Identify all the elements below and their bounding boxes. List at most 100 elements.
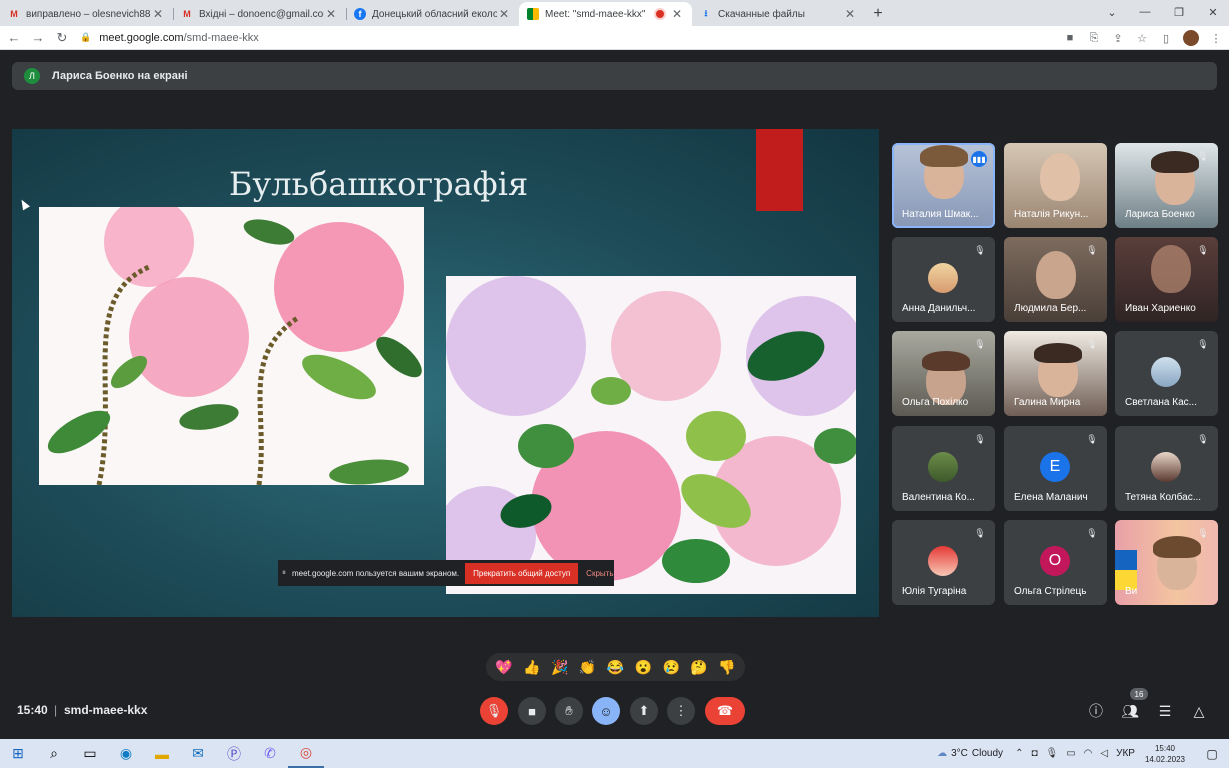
notifications-icon[interactable]: ▢ xyxy=(1201,747,1223,761)
reaction-heart[interactable]: 💖 xyxy=(493,659,515,676)
reaction-sad[interactable]: 😢 xyxy=(660,659,682,676)
present-screen-button[interactable]: ⬆ xyxy=(630,697,658,725)
search-icon[interactable]: ⌕ xyxy=(36,739,72,768)
tab-search-icon[interactable]: ⌄ xyxy=(1094,0,1130,24)
participant-tile[interactable]: 🎙︎ Галина Мирна xyxy=(1004,331,1107,416)
volume-icon[interactable]: ◁ xyxy=(1100,748,1108,759)
weather-widget[interactable]: ☁ 3°C Cloudy xyxy=(937,748,1003,759)
avatar xyxy=(928,546,958,576)
battery-icon[interactable]: ▭ xyxy=(1066,748,1075,759)
shared-screen[interactable]: Бульбашкографія ⏸ meet.google.com пользу… xyxy=(12,129,879,617)
tab-downloads[interactable]: ⭳ Скачанные файлы ✕ xyxy=(692,2,865,26)
share-icon[interactable]: ⇪ xyxy=(1111,32,1125,45)
screen-share-notice: ⏸ meet.google.com пользуется вашим экран… xyxy=(278,560,614,586)
tab-title: Meet: "smd-maee-kkx" xyxy=(545,8,646,20)
tab-gmail-2[interactable]: M Вхідні – donoenc@gmail.com – G ✕ xyxy=(173,2,346,26)
leave-call-button[interactable]: ☎︎ xyxy=(705,697,745,725)
minimize-icon[interactable]: — xyxy=(1127,0,1163,24)
close-icon[interactable]: ✕ xyxy=(497,7,511,21)
close-icon[interactable]: ✕ xyxy=(324,7,338,21)
back-icon[interactable]: ← xyxy=(2,26,26,50)
download-icon: ⭳ xyxy=(704,8,708,18)
participant-tile[interactable]: 🎙︎ Светлана Кас... xyxy=(1115,331,1218,416)
participant-tile[interactable]: 🎙︎ Валентина Ко... xyxy=(892,426,995,511)
slide-decoration xyxy=(756,129,803,211)
mic-off-icon: 🎙︎ xyxy=(974,244,986,255)
people-button[interactable]: 👥︎ xyxy=(1119,700,1141,722)
tab-meet[interactable]: Meet: "smd-maee-kkx" ✕ xyxy=(519,2,692,26)
window-close-icon[interactable]: ✕ xyxy=(1195,0,1229,24)
close-icon[interactable]: ✕ xyxy=(151,7,165,21)
slide-title: Бульбашкографія xyxy=(228,165,529,203)
camera-toggle-button[interactable]: ■ xyxy=(518,697,546,725)
bookmark-star-icon[interactable]: ☆ xyxy=(1135,32,1149,45)
raise-hand-button[interactable]: ✋︎ xyxy=(555,697,583,725)
chat-button[interactable]: ☰ xyxy=(1154,700,1176,722)
meeting-details-button[interactable]: ⓘ xyxy=(1085,700,1107,722)
wifi-icon[interactable]: ◠ xyxy=(1084,748,1093,759)
restore-icon[interactable]: ❐ xyxy=(1161,0,1197,24)
profile-avatar[interactable] xyxy=(1183,30,1199,46)
reactions-button[interactable]: ☺ xyxy=(592,697,620,725)
camera-indicator-icon[interactable]: ■ xyxy=(1063,32,1077,44)
reload-icon[interactable]: ↻ xyxy=(50,26,74,50)
drag-handle-icon[interactable]: ⏸ xyxy=(282,568,286,578)
participant-tile[interactable]: 🎙︎ Анна Данильч... xyxy=(892,237,995,322)
participant-tile[interactable]: Наталія Рикун... xyxy=(1004,143,1107,228)
toolbar-actions: ■ ⎘ ⇪ ☆ ▯ ⋮ xyxy=(1063,26,1223,50)
participant-tile[interactable]: О 🎙︎ Ольга Стрілець xyxy=(1004,520,1107,605)
translate-icon[interactable]: ⎘ xyxy=(1087,32,1101,45)
reaction-thumbs-up[interactable]: 👍 xyxy=(521,659,543,676)
tab-facebook[interactable]: f Донецький обласний еколого- ✕ xyxy=(346,2,519,26)
reaction-clap[interactable]: 👏 xyxy=(577,659,599,676)
more-options-button[interactable]: ⋮ xyxy=(667,697,695,725)
start-button[interactable]: ⊞ xyxy=(0,739,36,768)
hide-notice-button[interactable]: Скрыть xyxy=(586,569,613,578)
language-indicator[interactable]: УКР xyxy=(1116,748,1135,759)
address-bar[interactable]: 🔒 meet.google.com /smd-maee-kkx xyxy=(80,28,259,48)
participant-tile[interactable]: ▮▮▮ Наталия Шмак... xyxy=(892,143,995,228)
mail-icon[interactable]: ✉ xyxy=(180,739,216,768)
participant-tile[interactable]: 🎙︎ Людмила Бер... xyxy=(1004,237,1107,322)
clock[interactable]: 15:40 14.02.2023 xyxy=(1145,743,1185,765)
participant-tile[interactable]: 🎙︎ Тетяна Колбас... xyxy=(1115,426,1218,511)
reaction-thumbs-down[interactable]: 👎 xyxy=(716,659,738,676)
new-tab-button[interactable]: + xyxy=(865,2,891,26)
reaction-laugh[interactable]: 😂 xyxy=(604,659,626,676)
browser-toolbar: ← → ↻ 🔒 meet.google.com /smd-maee-kkx ■ … xyxy=(0,26,1229,50)
side-panel-icon[interactable]: ▯ xyxy=(1159,32,1173,45)
participant-tile[interactable]: 🎙︎ Лариса Боенко xyxy=(1115,143,1218,228)
microphone-icon[interactable]: 🎙︎ xyxy=(1046,748,1059,759)
mic-off-icon: 🎙︎ xyxy=(1086,244,1098,255)
task-view-icon[interactable]: ▭ xyxy=(72,739,108,768)
forward-icon[interactable]: → xyxy=(26,26,50,50)
mic-toggle-button[interactable]: 🎙︎ xyxy=(480,697,508,725)
participant-tile-self[interactable]: 🎙︎ Ви xyxy=(1115,520,1218,605)
phone-hangup-icon: ☎︎ xyxy=(716,703,734,718)
facebook-icon: f xyxy=(354,8,366,20)
stop-sharing-button[interactable]: Прекратить общий доступ xyxy=(465,562,579,584)
participant-tile[interactable]: Е 🎙︎ Елена Маланич xyxy=(1004,426,1107,511)
reaction-party[interactable]: 🎉 xyxy=(549,659,571,676)
reaction-thinking[interactable]: 🤔 xyxy=(688,659,710,676)
participant-tile[interactable]: 🎙︎ Иван Хариенко xyxy=(1115,237,1218,322)
chrome-icon[interactable]: ◎ xyxy=(288,739,324,768)
participant-name: Светлана Кас... xyxy=(1125,397,1197,408)
close-icon[interactable]: ✕ xyxy=(670,7,684,21)
webcam-icon[interactable]: ◘ xyxy=(1031,748,1037,759)
viber-icon[interactable]: ✆ xyxy=(252,739,288,768)
menu-dots-icon[interactable]: ⋮ xyxy=(1209,32,1223,45)
participant-tile[interactable]: 🎙︎ Ольга Похілко xyxy=(892,331,995,416)
reaction-surprised[interactable]: 😮 xyxy=(632,659,654,676)
activities-button[interactable]: △ xyxy=(1188,700,1210,722)
edge-icon[interactable]: ◉ xyxy=(108,739,144,768)
people-icon: 👥︎ xyxy=(1121,702,1139,719)
participant-tile[interactable]: 🎙︎ Юлія Тугаріна xyxy=(892,520,995,605)
chevron-up-icon[interactable]: ⌃ xyxy=(1015,748,1023,759)
app-p-icon[interactable]: Ⓟ xyxy=(216,739,252,768)
tab-gmail-1[interactable]: M виправлено – olesnevich88a@gm ✕ xyxy=(0,2,173,26)
close-icon[interactable]: ✕ xyxy=(843,7,857,21)
file-explorer-icon[interactable]: ▬ xyxy=(144,739,180,768)
avatar xyxy=(1151,452,1181,482)
participant-name: Галина Мирна xyxy=(1014,397,1081,408)
